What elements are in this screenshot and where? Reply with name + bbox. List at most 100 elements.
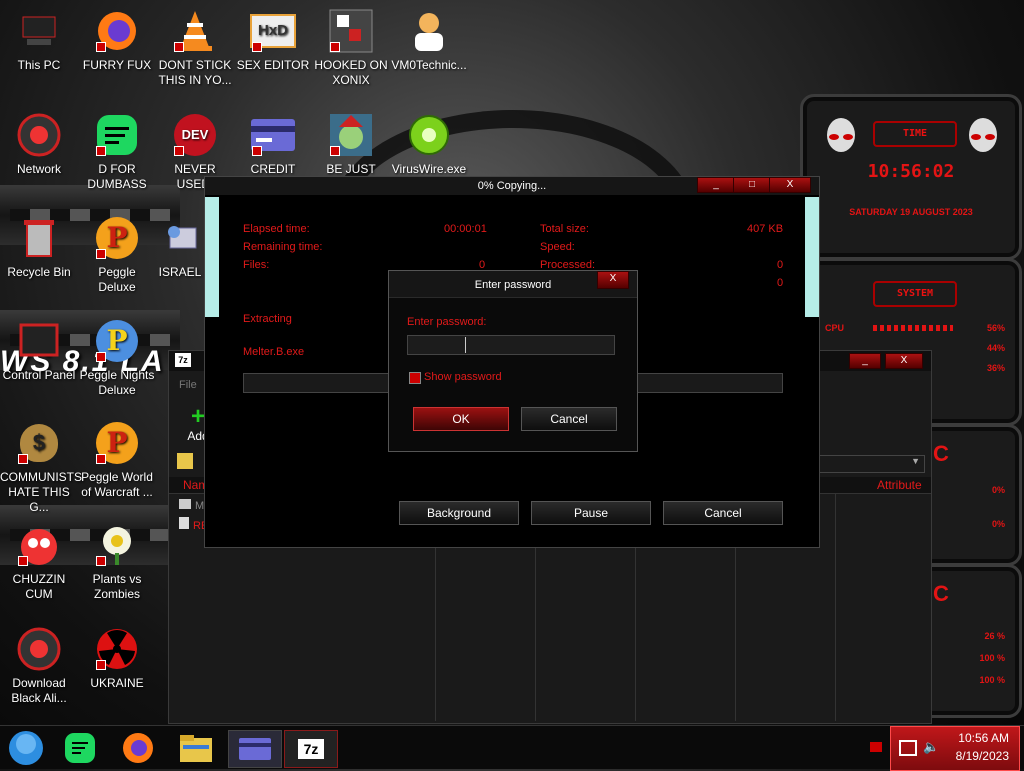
sevenzip-menu-file[interactable]: File	[179, 379, 197, 391]
cancel-copy-button[interactable]: Cancel	[663, 501, 783, 525]
gadget-date: SATURDAY 19 AUGUST 2023	[849, 207, 973, 217]
tray-date: 8/19/2023	[955, 749, 1009, 763]
desktop-icon-black-alienware[interactable]: Download Black Ali...	[0, 626, 78, 706]
vlc-cone-icon	[172, 8, 218, 54]
column-attributes-header[interactable]: Attribute	[877, 478, 922, 492]
desktop-icon-communists[interactable]: $ COMMUNISTS HATE THIS G...	[0, 420, 82, 515]
taskbar: 7z 🔈 10:56 AM 8/19/2023	[0, 725, 1024, 771]
copy-close-button[interactable]: X	[769, 177, 811, 193]
ram-percent: 44%	[986, 343, 1005, 353]
pause-button[interactable]: Pause	[531, 501, 651, 525]
network-icon[interactable]	[899, 740, 917, 756]
password-input[interactable]	[407, 335, 615, 355]
desktop-icon-this-pc[interactable]: This PC	[0, 8, 78, 73]
frame-accent-left	[205, 197, 219, 317]
alien-orb-icon	[16, 112, 62, 158]
desktop-icon-network[interactable]: Network	[0, 112, 78, 177]
folder-up-icon[interactable]	[177, 453, 193, 469]
system-tray[interactable]: 🔈 10:56 AM 8/19/2023	[890, 726, 1020, 771]
desktop-icon-ukraine[interactable]: UKRAINE	[78, 626, 156, 691]
gadget-clock: 10:56:02	[867, 161, 955, 182]
cpu-percent: 56%	[986, 323, 1005, 333]
show-password-checkbox[interactable]	[409, 372, 421, 384]
text-cursor-icon	[465, 337, 466, 353]
time-gadget-title: TIME	[873, 121, 957, 147]
other-percent: 36%	[986, 363, 1005, 373]
desktop-icon-furry-fux[interactable]: FURRY FUX	[78, 8, 156, 73]
desktop-icon-vlc[interactable]: DONT STICK THIS IN YO...	[156, 8, 234, 88]
compressed-value: 0	[777, 277, 784, 289]
desktop-icon-viruswire[interactable]: VirusWire.exe	[390, 112, 468, 177]
cpu-label: CPU	[825, 323, 845, 333]
network-gadget-letter: C	[933, 581, 949, 606]
xonix-icon	[328, 8, 374, 54]
sevenzip-close-button[interactable]: X	[885, 353, 923, 369]
control-panel-icon	[16, 318, 62, 364]
recycle-bin-icon	[16, 215, 62, 261]
network-percent-2: 100 %	[979, 653, 1005, 663]
copy-minimize-button[interactable]: _	[697, 177, 735, 193]
desktop-icon-peggle-deluxe[interactable]: P Peggle Deluxe	[78, 215, 156, 295]
tray-overflow-icon[interactable]	[870, 742, 882, 752]
desktop-icon-sex-editor[interactable]: HxD SEX EDITOR	[234, 8, 312, 73]
password-ok-button[interactable]: OK	[413, 407, 509, 431]
total-size-value: 407 KB	[747, 223, 784, 235]
processed-value: 0	[777, 259, 784, 271]
background-button[interactable]: Background	[399, 501, 519, 525]
taskbar-spotify[interactable]	[60, 730, 100, 766]
network-percent-1: 26 %	[984, 631, 1005, 641]
start-orb-icon	[9, 731, 43, 765]
peggle-icon: P	[94, 318, 140, 364]
desktop-icon-peggle-nights[interactable]: P Peggle Nights Deluxe	[78, 318, 156, 398]
taskbar-7zip[interactable]: 7z	[284, 730, 338, 768]
firefox-icon	[94, 8, 140, 54]
sevenzip-logo-icon: 7z	[175, 353, 191, 367]
desktop-icon-recycle-bin[interactable]: Recycle Bin	[0, 215, 78, 280]
desktop-icon-israel[interactable]: ISRAEL	[156, 215, 204, 280]
alien-head-icon	[969, 118, 997, 152]
password-dialog: Enter password X Enter password: Show pa…	[388, 270, 638, 452]
copy-maximize-button[interactable]: □	[733, 177, 771, 193]
copy-dialog-title: 0% Copying...	[477, 180, 547, 192]
chuzzle-icon	[16, 522, 62, 568]
network-share-icon	[157, 215, 203, 261]
password-cancel-button[interactable]: Cancel	[521, 407, 617, 431]
desktop-icon-vm0technic[interactable]: VM0Technic...	[390, 8, 468, 73]
drive-percent-2: 0%	[991, 519, 1005, 529]
start-button[interactable]	[6, 730, 46, 766]
flower-icon	[94, 522, 140, 568]
radiation-icon	[94, 626, 140, 672]
devcpp-icon: DEV	[172, 112, 218, 158]
files-label: Files:	[243, 259, 270, 271]
taskbar-file-explorer[interactable]	[176, 730, 216, 766]
hxd-icon: HxD	[250, 8, 296, 54]
time-gadget: TIME 10:56:02 SATURDAY 19 AUGUST 2023	[800, 94, 1022, 260]
desktop-icon-chuzzin[interactable]: CHUZZIN CUM	[0, 522, 78, 602]
password-close-button[interactable]: X	[597, 271, 629, 289]
sevenzip-logo-icon: 7z	[298, 739, 324, 759]
system-gadget-title: SYSTEM	[873, 281, 957, 307]
money-bag-icon: $	[16, 420, 62, 466]
desktop-icon-xonix[interactable]: HOOKED ON XONIX	[312, 8, 390, 88]
frame-accent-right	[805, 197, 819, 317]
speed-label: Speed:	[540, 241, 575, 253]
desktop-icon-peggle-wow[interactable]: P Peggle World of Warcraft ...	[78, 420, 156, 500]
desktop-icon-plants-vs-zombies[interactable]: Plants vs Zombies	[78, 522, 156, 602]
desktop-icon-d-for-dumbass[interactable]: D FOR DUMBASS	[78, 112, 156, 192]
tray-time: 10:56 AM	[958, 731, 1009, 745]
desktop-icon-control-panel[interactable]: Control Panel	[0, 318, 78, 383]
elapsed-time-label: Elapsed time:	[243, 223, 310, 235]
taskbar-credit-card-app[interactable]	[228, 730, 282, 768]
alien-orb-icon	[16, 626, 62, 672]
spotify-icon	[65, 733, 95, 763]
total-size-label: Total size:	[540, 223, 589, 235]
show-password-label[interactable]: Show password	[424, 371, 502, 383]
sevenzip-minimize-button[interactable]: _	[849, 353, 881, 369]
elf-icon	[328, 112, 374, 158]
volume-icon[interactable]: 🔈	[923, 739, 939, 755]
remaining-time-label: Remaining time:	[243, 241, 323, 253]
spotify-icon	[94, 112, 140, 158]
drive-gadget-letter: C	[933, 441, 949, 466]
elapsed-time-value: 00:00:01	[444, 223, 487, 235]
taskbar-firefox[interactable]	[118, 730, 158, 766]
